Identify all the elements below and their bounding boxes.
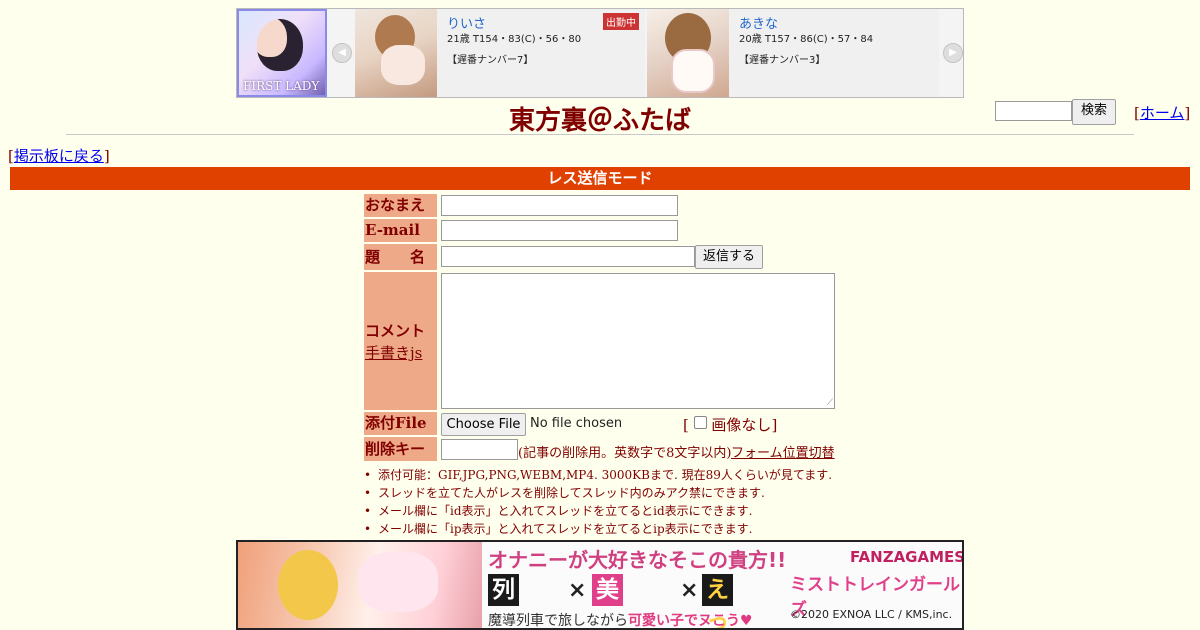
subject-field[interactable] — [441, 246, 695, 267]
name-field[interactable] — [441, 195, 678, 216]
card-photo — [355, 9, 437, 97]
ad-word: 列 車 — [488, 574, 519, 628]
ad-tagline-highlight: 可愛い子でヌこう♥ — [628, 613, 753, 629]
delete-key-field[interactable] — [441, 439, 518, 460]
bracket-close: ] — [103, 147, 110, 165]
chevron-right-icon[interactable]: ▶ — [943, 43, 963, 63]
comment-label: コメント — [365, 322, 426, 340]
home-link[interactable]: ホーム — [1140, 104, 1185, 122]
card-stats: 20歳 T157・86(C)・57・84 — [739, 34, 874, 45]
list-item: 添付可能：GIF,JPG,PNG,WEBM,MP4. 3000KBまで. 現在8… — [362, 466, 832, 484]
handwrite-link[interactable]: 手書きjs — [365, 342, 422, 363]
ad-x-mark: × — [680, 578, 699, 603]
email-field[interactable] — [441, 220, 678, 241]
logo-portrait — [257, 19, 303, 71]
choose-file-button[interactable]: Choose File — [441, 413, 526, 436]
bracket-open: [ — [683, 416, 689, 434]
first-lady-logo[interactable]: FIRST LADY — [237, 9, 327, 97]
form-position-toggle-link[interactable]: フォーム位置切替 — [731, 442, 835, 461]
search-input[interactable] — [995, 101, 1072, 121]
subject-label: 題 名 — [364, 244, 437, 270]
back-nav: [掲示板に戻る] — [8, 145, 110, 166]
bracket-close: ] — [1184, 104, 1191, 122]
ad-tagline-text: 魔導列車で旅しながら — [488, 613, 628, 629]
status-badge: 出勤中 — [603, 13, 639, 30]
bottom-banner-ad[interactable]: オナニーが大好きなそこの貴方!! 列 車 × 美少女 × えっち 魔導列車で旅し… — [236, 540, 964, 630]
list-item: メール欄に「id表示」と入れてスレッドを立てるとid表示にできます. — [362, 502, 832, 520]
list-item: スレッドを立てた人がレスを削除してスレッド内のみアク禁にできます. — [362, 484, 832, 502]
card-photo — [647, 9, 729, 97]
resize-handle-icon[interactable]: ⟋ — [827, 398, 833, 408]
card-note: 【遅番ナンバー3】 — [739, 55, 826, 66]
home-nav: [ホーム] — [1134, 102, 1190, 123]
no-image-option: [ 画像なし] — [683, 414, 777, 435]
search-button[interactable]: 検索 — [1072, 99, 1116, 125]
list-item: メール欄に「ip表示」と入れてスレッドを立てるとip表示にできます. — [362, 520, 832, 538]
ad-artwork — [238, 542, 482, 628]
file-label: 添付File — [364, 412, 437, 435]
reply-mode-bar: レス送信モード — [10, 167, 1190, 190]
logo-text: FIRST LADY — [243, 79, 320, 93]
banner-card[interactable]: あきな 20歳 T157・86(C)・57・84 【遅番ナンバー3】 — [647, 9, 939, 97]
delete-key-label: 削除キー — [364, 437, 437, 461]
ad-copyright: ©2020 EXNOA LLC / KMS,inc. — [790, 608, 953, 621]
top-banner-ad[interactable]: FIRST LADY ◀ りいさ 出勤中 21歳 T154・83(C)・56・8… — [236, 8, 964, 98]
no-image-checkbox[interactable] — [693, 416, 707, 429]
ad-x-mark: × — [568, 578, 587, 603]
submit-reply-button[interactable]: 返信する — [695, 245, 763, 269]
ad-word: えっち — [702, 574, 733, 628]
card-note: 【遅番ナンバー7】 — [447, 55, 534, 66]
chevron-left-icon[interactable]: ◀ — [332, 43, 352, 63]
ad-word: 美少女 — [592, 574, 623, 628]
ad-brand-logo: FANZAGAMES — [850, 548, 964, 566]
no-image-label: 画像なし — [711, 416, 772, 434]
email-label: E-mail — [364, 219, 437, 242]
back-to-board-link[interactable]: 掲示板に戻る — [14, 147, 104, 165]
header-divider — [66, 134, 1134, 135]
delete-key-hint: (記事の削除用。英数字で8文字以内) — [518, 446, 732, 461]
no-file-text: No file chosen — [530, 416, 623, 431]
help-list: 添付可能：GIF,JPG,PNG,WEBM,MP4. 3000KBまで. 現在8… — [362, 466, 832, 538]
ad-tagline: 魔導列車で旅しながら可愛い子でヌこう♥ — [488, 610, 753, 629]
comment-textarea[interactable]: ⟋ — [441, 273, 835, 409]
banner-card[interactable]: りいさ 出勤中 21歳 T154・83(C)・56・80 【遅番ナンバー7】 — [355, 9, 645, 97]
card-stats: 21歳 T154・83(C)・56・80 — [447, 34, 582, 45]
comment-label-cell: コメント 手書きjs — [364, 272, 437, 410]
bracket-close: ] — [771, 416, 778, 434]
ad-headline: オナニーが大好きなそこの貴方!! — [488, 548, 787, 572]
name-label: おなまえ — [364, 194, 437, 217]
